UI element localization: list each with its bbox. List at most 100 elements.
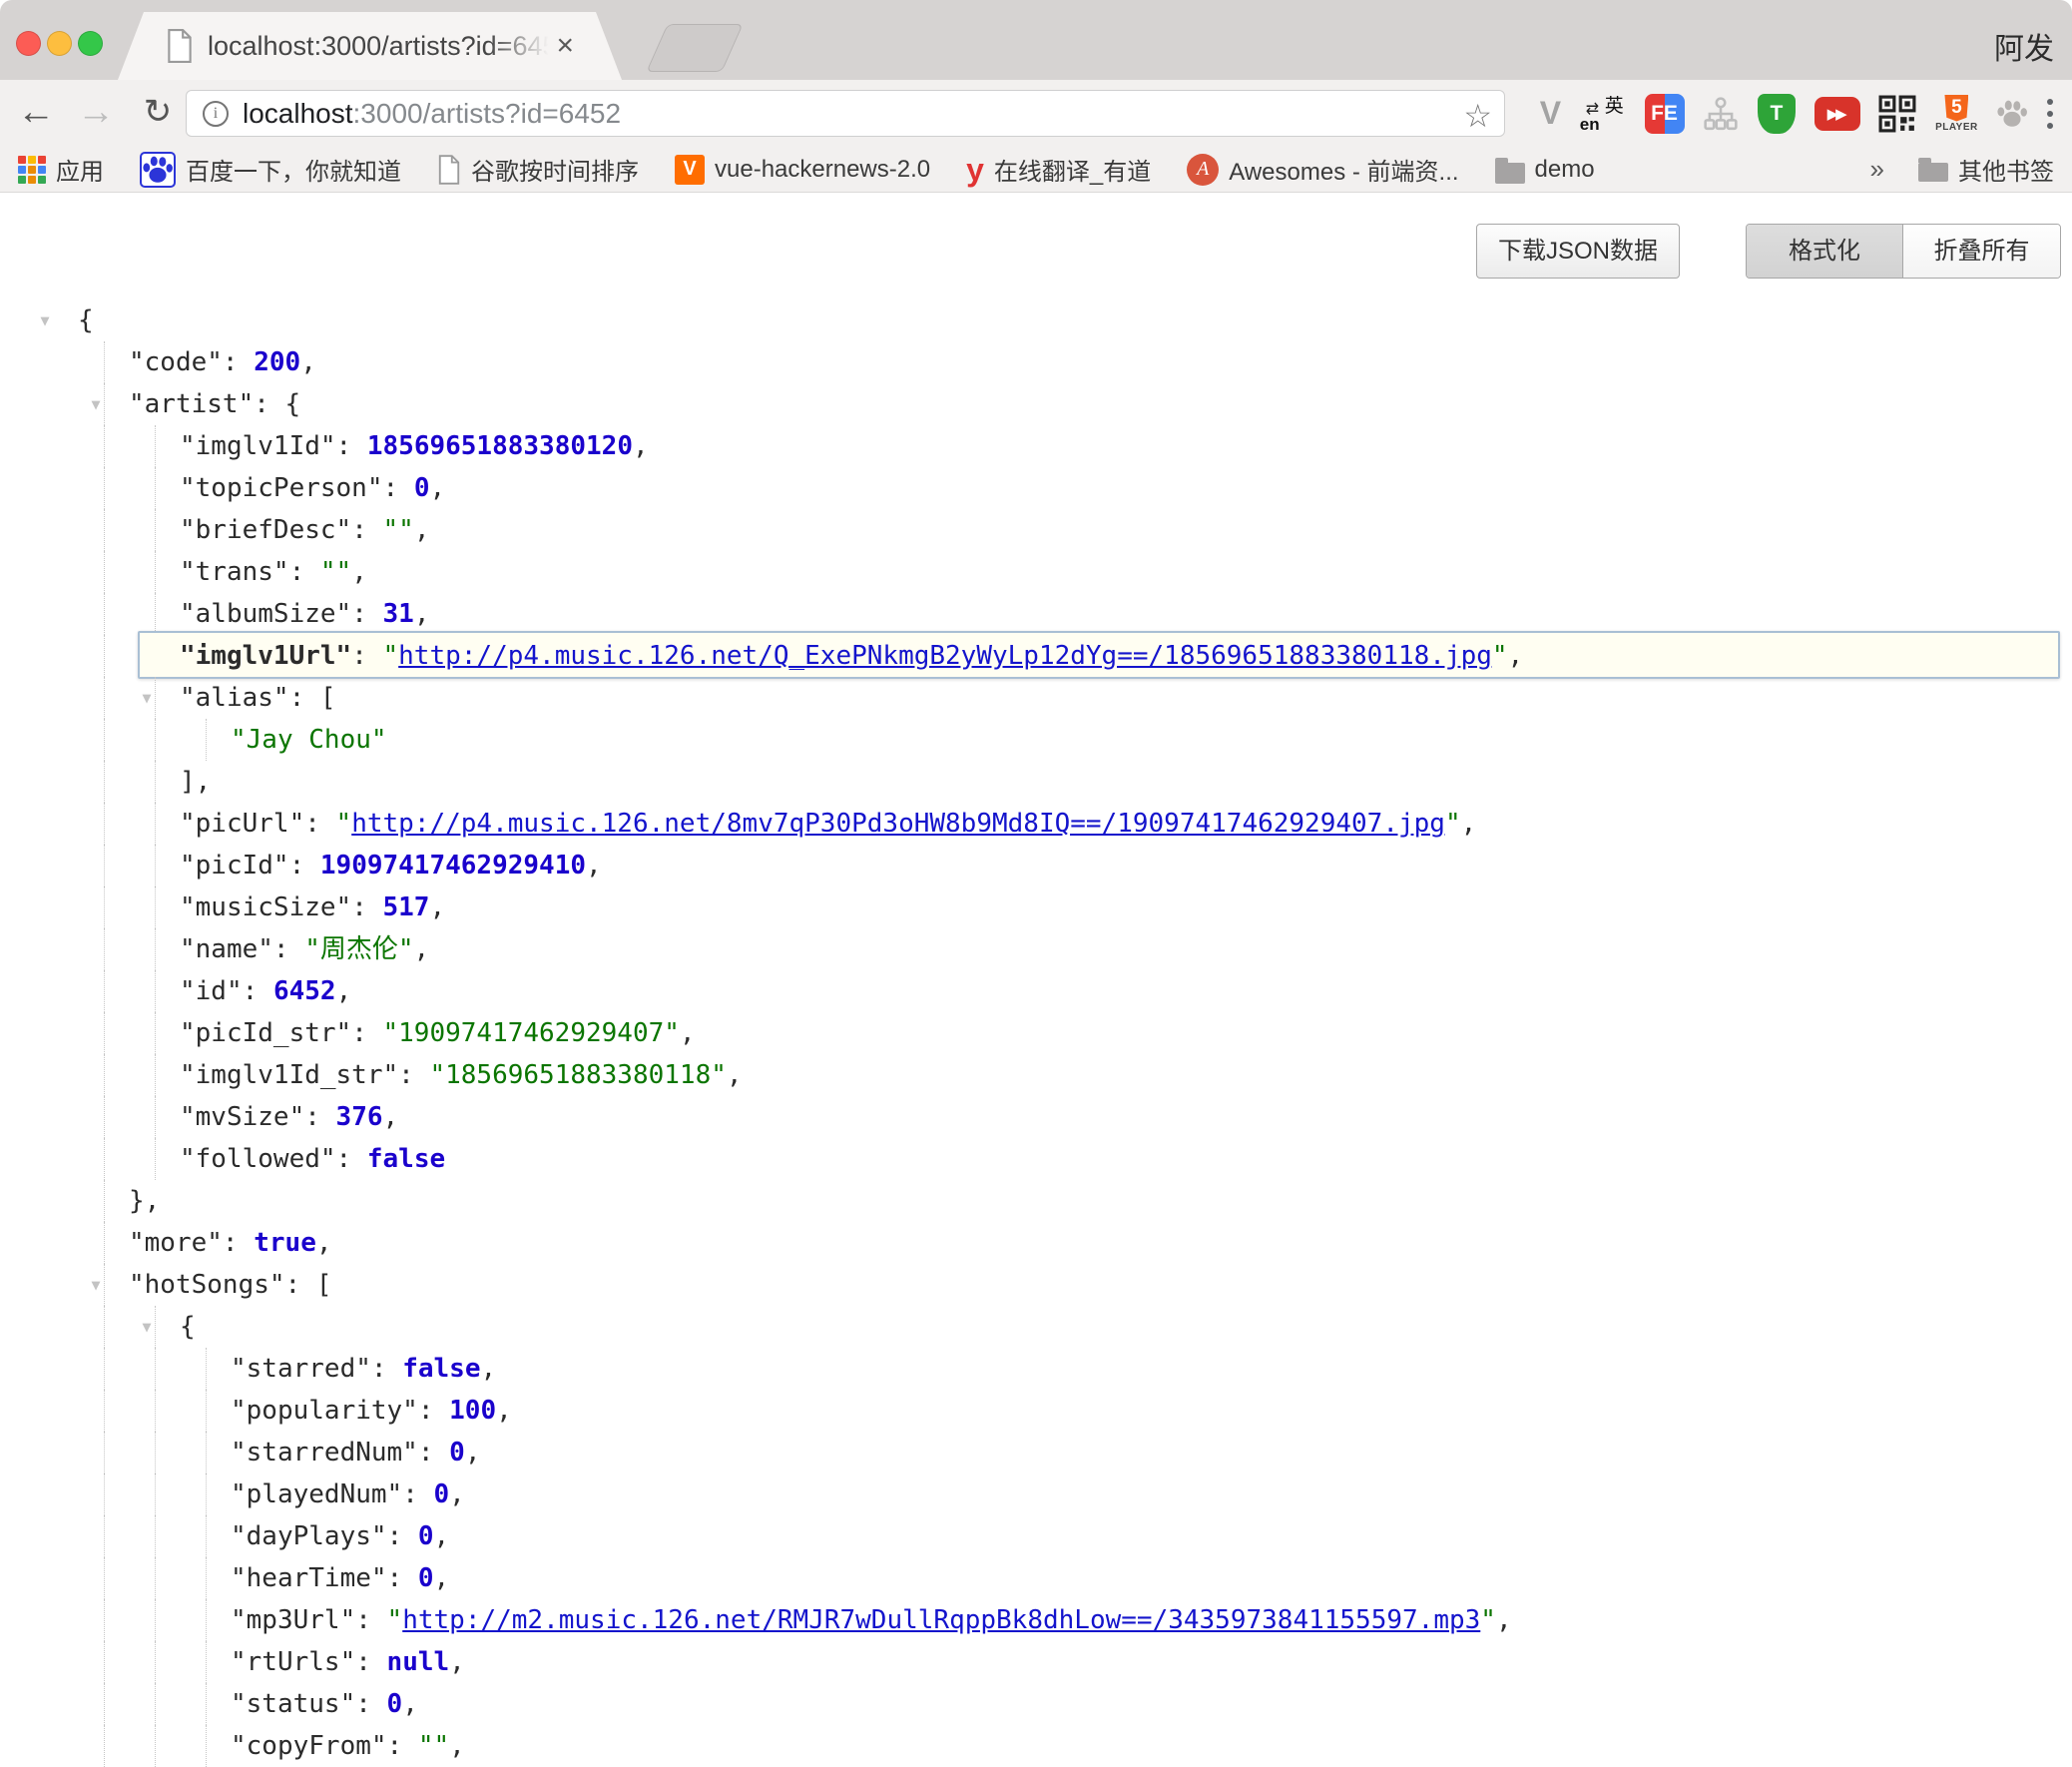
bookmark-item[interactable]: A Awesomes - 前端资... xyxy=(1187,152,1458,187)
json-code: "briefDesc": "", xyxy=(0,509,2072,551)
json-line: "rtUrls": null, xyxy=(0,1641,2072,1683)
json-key: "code" xyxy=(129,347,223,377)
bookmarks-right: » 其他书签 xyxy=(1870,152,2054,187)
bookmark-item[interactable]: Vvue-hackernews-2.0 xyxy=(675,155,930,185)
back-icon[interactable]: ← xyxy=(12,88,60,136)
json-bracket: }, xyxy=(129,1186,160,1216)
json-value: 6452 xyxy=(273,976,336,1006)
json-key: "copyFrom" xyxy=(231,1731,387,1761)
fe-toolbox-icon[interactable]: FE xyxy=(1645,94,1685,134)
json-line: "picId": 19097417462929410, xyxy=(0,845,2072,886)
doc-icon xyxy=(437,155,461,185)
json-key: "more" xyxy=(129,1228,223,1258)
json-code: }, xyxy=(0,1180,2072,1222)
vue-devtools-icon[interactable]: V xyxy=(1540,95,1561,132)
video-speed-icon[interactable]: ▶▶ xyxy=(1814,97,1860,131)
reload-icon[interactable]: ↻ xyxy=(134,88,182,136)
page-content: 下载JSON数据 格式化 折叠所有 ▼{ "code": 200,▼"artist… xyxy=(0,194,2072,1751)
window-minimize-button[interactable] xyxy=(47,31,72,56)
json-value: "18569651883380118" xyxy=(429,1060,726,1090)
json-code: "imglv1Url": "http://p4.music.126.net/Q_… xyxy=(0,635,2072,677)
sitemap-icon[interactable] xyxy=(1703,96,1739,132)
other-bookmarks-folder[interactable]: 其他书签 xyxy=(1918,152,2054,187)
json-key: "musicSize" xyxy=(180,892,351,922)
bookmark-item[interactable]: 百度一下，你就知道 xyxy=(140,152,401,188)
json-bracket: [ xyxy=(316,1270,332,1300)
json-key: "dayPlays" xyxy=(231,1521,387,1551)
json-code: "more": true, xyxy=(0,1222,2072,1264)
json-value: 376 xyxy=(336,1102,383,1132)
json-code: "code": 200, xyxy=(0,341,2072,383)
json-value: 0 xyxy=(434,1479,450,1509)
format-button[interactable]: 格式化 xyxy=(1747,225,1903,278)
bookmark-item[interactable]: 谷歌按时间排序 xyxy=(437,152,639,187)
json-code: "topicPerson": 0, xyxy=(0,467,2072,509)
bookmark-label: 其他书签 xyxy=(1958,152,2054,187)
json-value: "Jay Chou" xyxy=(231,725,387,755)
json-key: "hotSongs" xyxy=(129,1270,285,1300)
qr-code-icon[interactable] xyxy=(1878,95,1916,133)
json-code: "imglv1Id_str": "18569651883380118", xyxy=(0,1054,2072,1096)
awesomes-icon: A xyxy=(1187,154,1219,186)
json-link[interactable]: http://m2.music.126.net/RMJR7wDullRqppBk… xyxy=(402,1605,1480,1635)
json-key: "imglv1Id_str" xyxy=(180,1060,398,1090)
json-code: "hotSongs": [ xyxy=(0,1264,2072,1306)
window-zoom-button[interactable] xyxy=(78,31,103,56)
json-code: "alias": [ xyxy=(0,677,2072,719)
json-code: "picId": 19097417462929410, xyxy=(0,845,2072,886)
bookmarks-bar: 应用 百度一下，你就知道 谷歌按时间排序 Vvue-hackernews-2.0 y在线… xyxy=(0,147,2072,193)
json-line: ▼{ xyxy=(0,1306,2072,1348)
json-code: "starred": false, xyxy=(0,1348,2072,1390)
json-key: "picId" xyxy=(180,851,289,881)
browser-tab[interactable]: localhost:3000/artists?id=645 × xyxy=(118,12,622,80)
collapse-all-button[interactable]: 折叠所有 xyxy=(1903,225,2060,278)
json-line: ▼"hotSongs": [ xyxy=(0,1264,2072,1306)
json-code: "dayPlays": 0, xyxy=(0,1515,2072,1557)
json-value: 100 xyxy=(449,1396,496,1426)
json-key: "picId_str" xyxy=(180,1018,351,1048)
bookmark-item[interactable]: 应用 xyxy=(18,152,104,187)
bookmark-star-icon[interactable]: ☆ xyxy=(1463,97,1492,135)
view-mode-segmented: 格式化 折叠所有 xyxy=(1746,224,2061,279)
json-code: "trans": "", xyxy=(0,551,2072,593)
json-line: ▼"artist": { xyxy=(0,383,2072,425)
tampermonkey-icon[interactable]: T xyxy=(1758,94,1796,134)
bookmark-label: Awesomes - 前端资... xyxy=(1229,152,1458,187)
bookmark-item[interactable]: y在线翻译_有道 xyxy=(966,152,1151,187)
window-close-button[interactable] xyxy=(16,31,41,56)
json-link[interactable]: http://p4.music.126.net/8mv7qP30Pd3oHW8b… xyxy=(351,809,1445,839)
html5-player-icon[interactable]: 5PLAYER xyxy=(1935,95,1978,133)
json-code: "copyFrom": "", xyxy=(0,1725,2072,1767)
v-orange-icon: V xyxy=(675,155,705,185)
json-code: "id": 6452, xyxy=(0,970,2072,1012)
json-line: ], xyxy=(0,761,2072,803)
download-json-button[interactable]: 下载JSON数据 xyxy=(1476,224,1680,279)
json-value: "" xyxy=(418,1731,449,1761)
page-info-icon[interactable]: i xyxy=(203,101,229,127)
bookmarks-overflow-icon[interactable]: » xyxy=(1870,154,1884,185)
json-code: "albumSize": 31, xyxy=(0,593,2072,635)
json-value: 0 xyxy=(418,1521,434,1551)
new-tab-button[interactable] xyxy=(646,24,743,72)
browser-menu-icon[interactable] xyxy=(2047,96,2053,132)
url-text[interactable]: localhost:3000/artists?id=6452 xyxy=(243,98,621,130)
json-line: "mvSize": 376, xyxy=(0,1096,2072,1138)
json-code: "artist": { xyxy=(0,383,2072,425)
json-link[interactable]: http://p4.music.126.net/Q_ExePNkmgB2yWyL… xyxy=(398,641,1492,671)
tab-close-icon[interactable]: × xyxy=(556,29,574,63)
json-value: false xyxy=(402,1354,480,1384)
json-value: 0 xyxy=(418,1563,434,1593)
json-line: "briefDesc": "", xyxy=(0,509,2072,551)
json-value: 517 xyxy=(383,892,430,922)
json-line: "more": true, xyxy=(0,1222,2072,1264)
json-line: "status": 0, xyxy=(0,1683,2072,1725)
json-key: "topicPerson" xyxy=(180,473,383,503)
bookmark-item[interactable]: demo xyxy=(1495,156,1595,184)
paw-extension-icon[interactable] xyxy=(1996,99,2028,129)
translator-icon[interactable]: ⇄英en xyxy=(1580,91,1626,137)
address-bar[interactable]: i localhost:3000/artists?id=6452 ☆ xyxy=(186,90,1505,137)
json-line: "Jay Chou" xyxy=(0,719,2072,761)
json-code: "popularity": 100, xyxy=(0,1390,2072,1432)
json-code: { xyxy=(0,1306,2072,1348)
json-line: "copyFrom": "", xyxy=(0,1725,2072,1767)
